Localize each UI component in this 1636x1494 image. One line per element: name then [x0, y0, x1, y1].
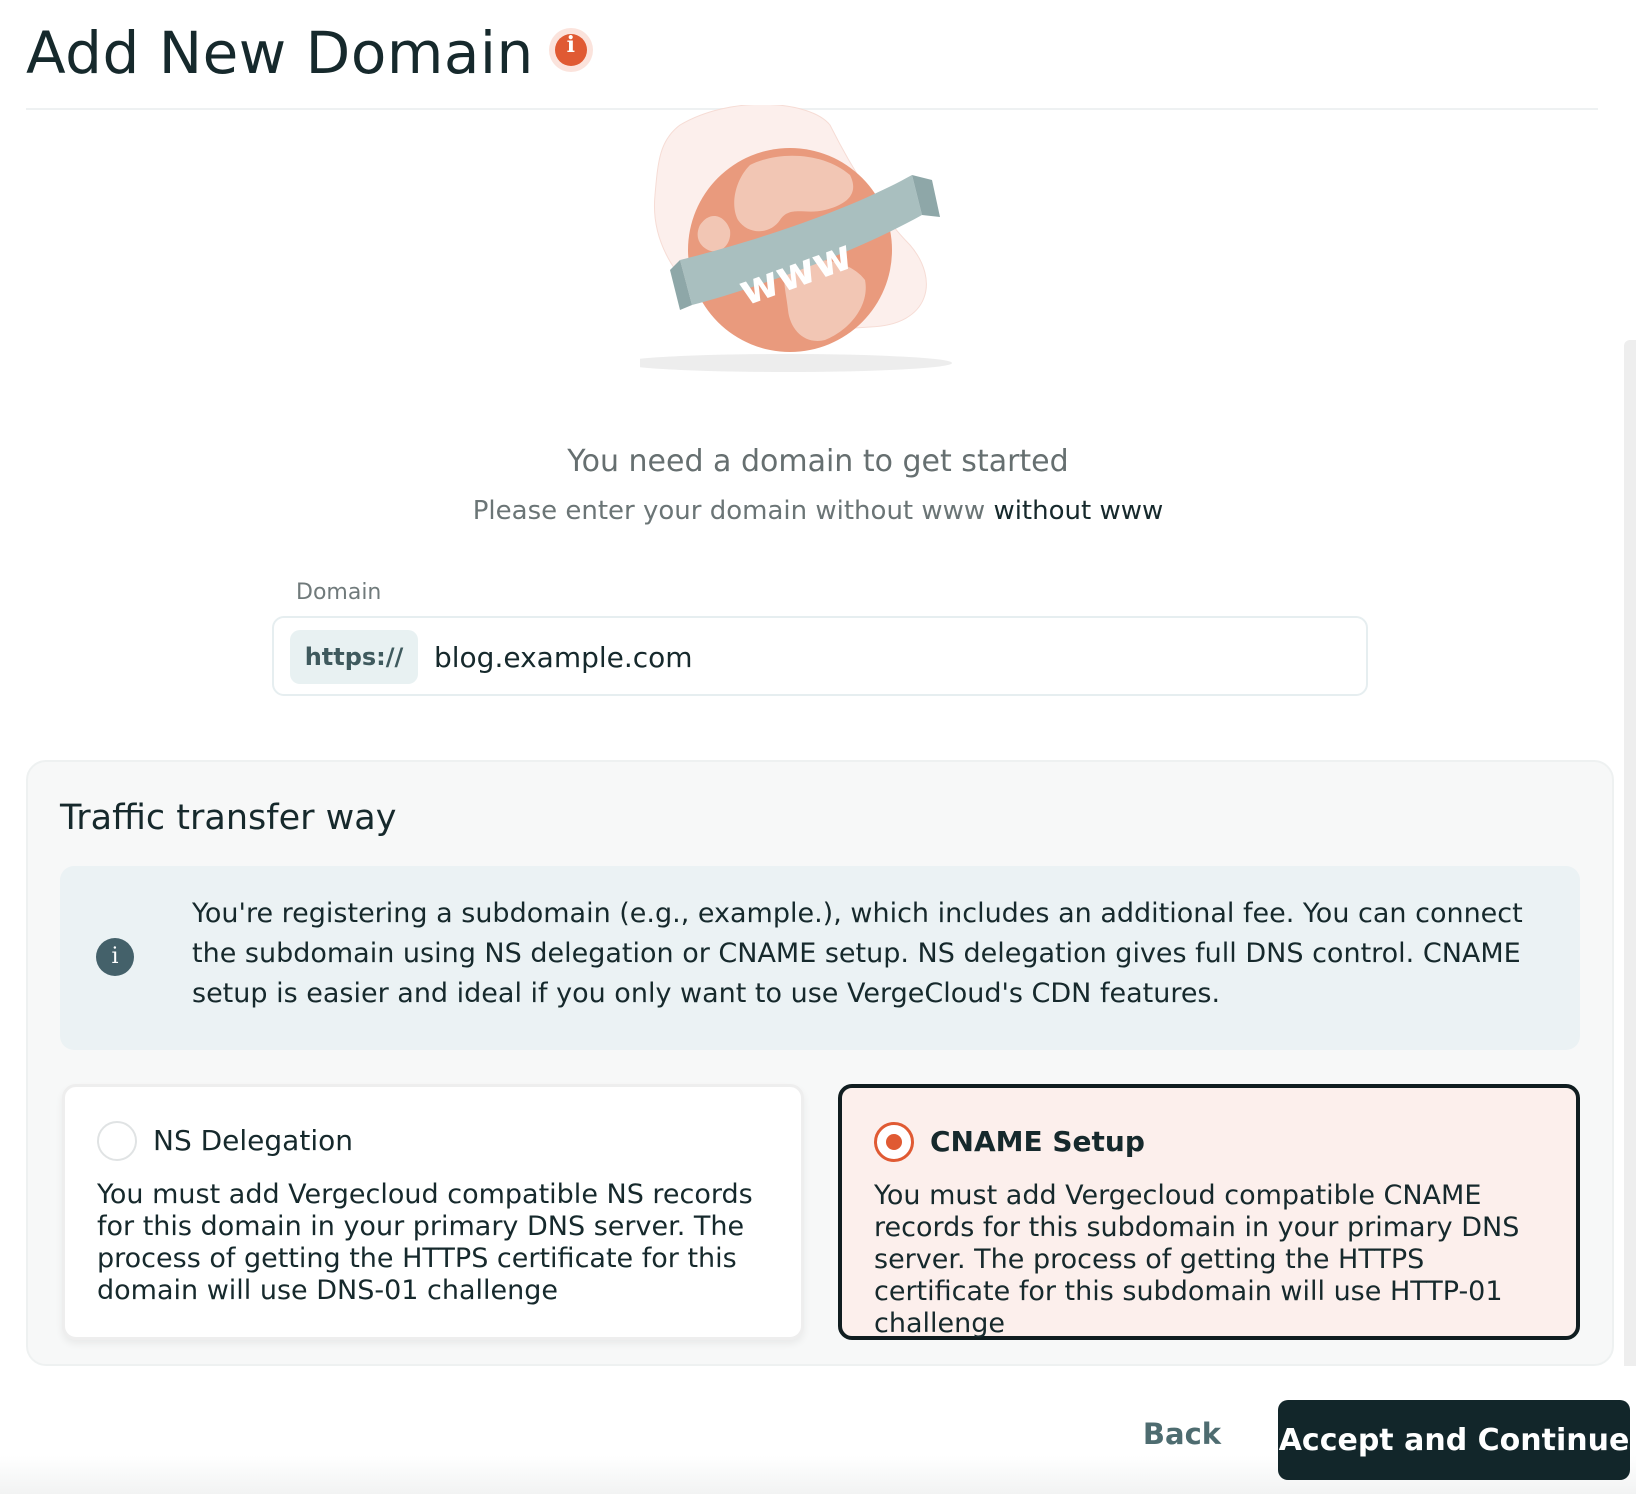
hero-title: You need a domain to get started: [567, 444, 1069, 479]
cname-setup-radio[interactable]: [874, 1122, 914, 1162]
traffic-transfer-title: Traffic transfer way: [60, 798, 397, 838]
traffic-transfer-card: Traffic transfer way i You're registerin…: [26, 760, 1614, 1366]
subdomain-info-text: You're registering a subdomain (e.g., ex…: [192, 898, 1523, 1009]
cname-setup-description: You must add Vergecloud compatible CNAME…: [874, 1180, 1520, 1339]
hero-subtitle-emphasis: without www: [993, 496, 1164, 526]
back-button[interactable]: Back: [1132, 1404, 1232, 1464]
page-header: Add New Domain i: [26, 18, 1598, 110]
ns-delegation-option[interactable]: NS Delegation You must add Vergecloud co…: [62, 1084, 804, 1340]
protocol-prefix: https://: [290, 630, 418, 684]
footer-actions: Back Accept and Continue: [0, 1366, 1636, 1494]
globe-www-icon: www: [620, 103, 980, 395]
info-icon: i: [96, 938, 134, 976]
hero-subtitle: Please enter your domain without www wit…: [0, 496, 1636, 526]
hero-subtitle-text: Please enter your domain without www: [472, 496, 986, 526]
domain-field-label: Domain: [296, 580, 382, 605]
cname-setup-option[interactable]: CNAME Setup You must add Vergecloud comp…: [838, 1084, 1580, 1340]
domain-field: https://: [272, 616, 1368, 696]
ns-delegation-radio[interactable]: [97, 1121, 137, 1161]
subdomain-info-box: i You're registering a subdomain (e.g., …: [60, 866, 1580, 1050]
accept-and-continue-button[interactable]: Accept and Continue: [1278, 1400, 1630, 1480]
domain-input[interactable]: [434, 630, 1334, 684]
info-icon[interactable]: i: [548, 28, 593, 72]
ns-delegation-description: You must add Vergecloud compatible NS re…: [97, 1179, 753, 1306]
scrollbar[interactable]: [1624, 340, 1636, 1490]
cname-setup-title: CNAME Setup: [930, 1125, 1145, 1158]
ns-delegation-title: NS Delegation: [153, 1124, 353, 1157]
page-title: Add New Domain: [26, 19, 534, 87]
